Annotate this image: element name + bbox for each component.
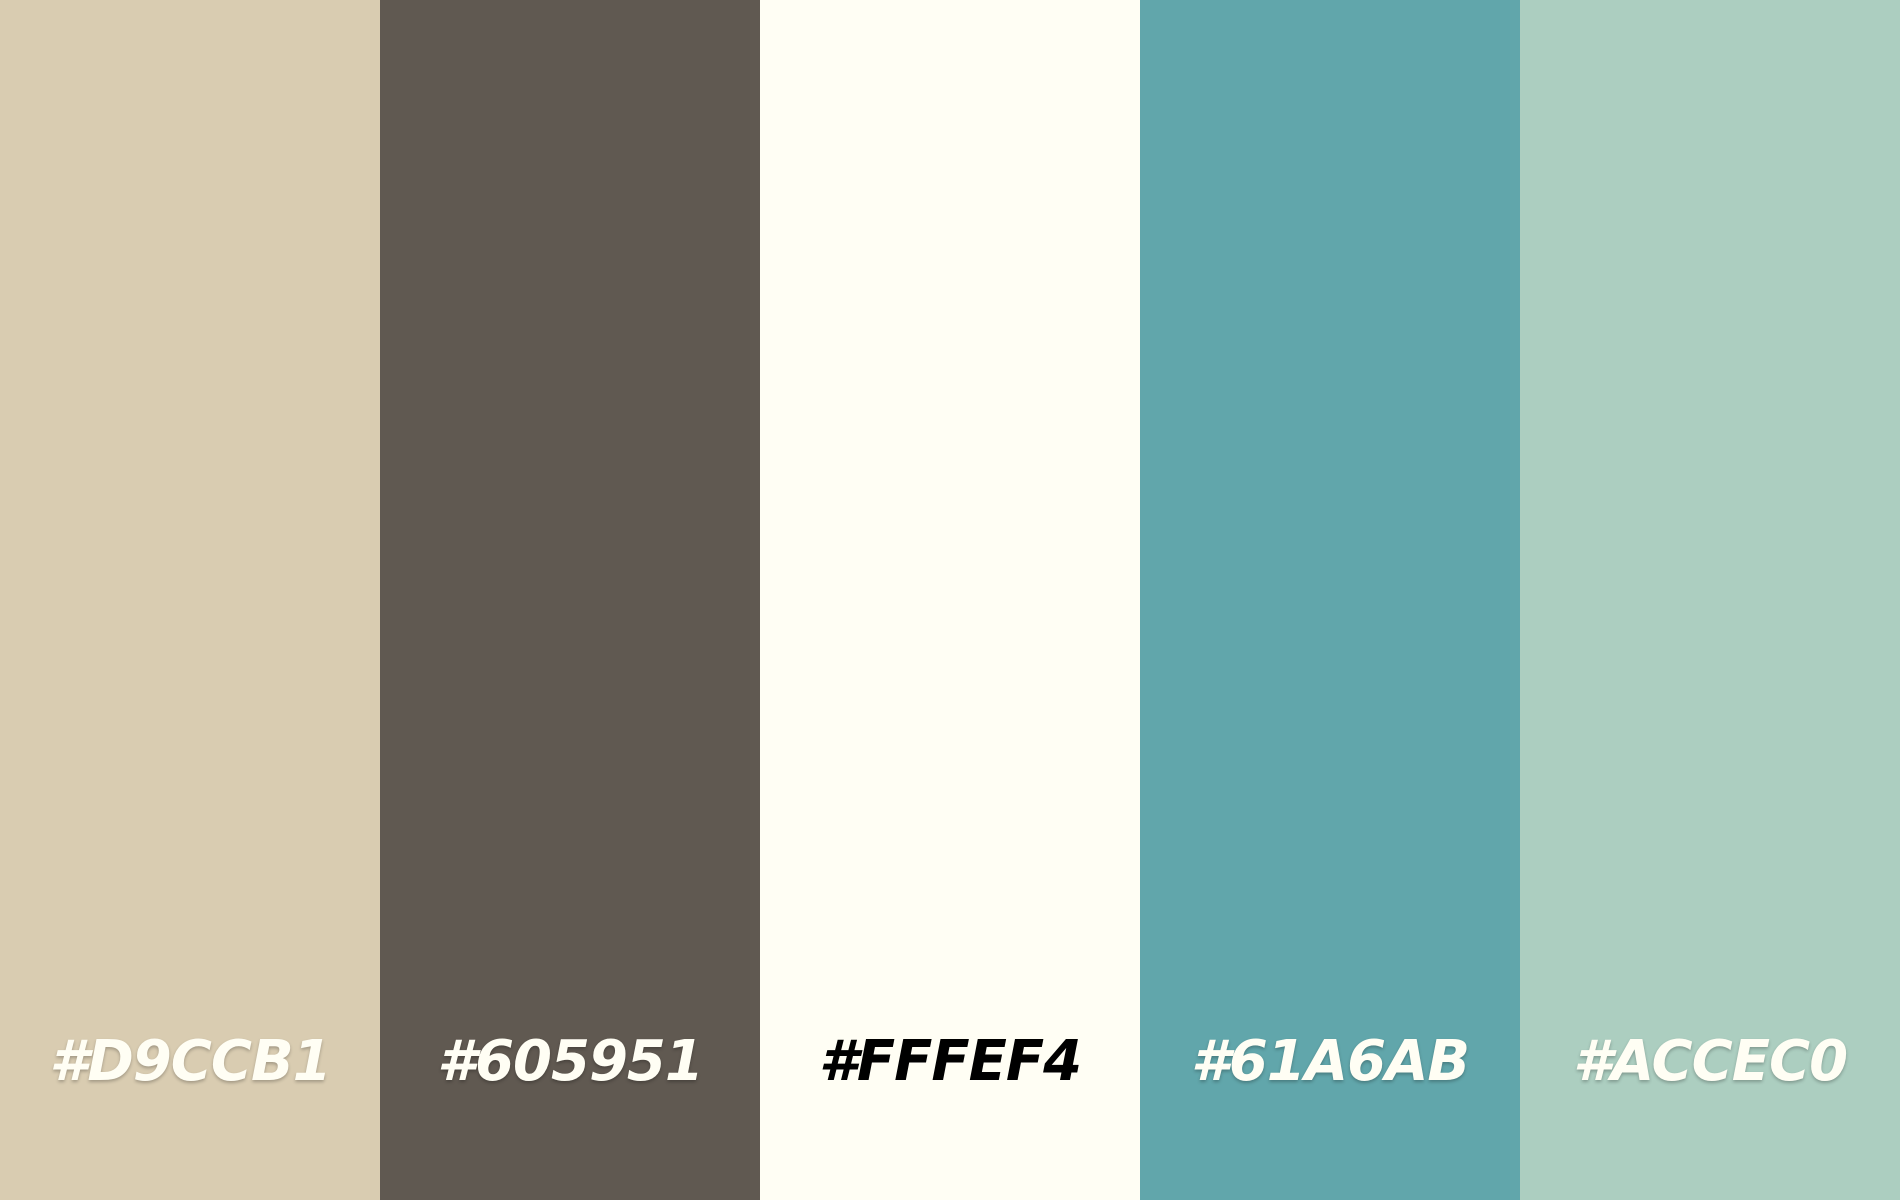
swatch-hex-label: #ACCEC0 [1572, 1029, 1848, 1094]
swatch-hex-label: #D9CCB1 [49, 1029, 331, 1094]
color-swatch-5: #ACCEC0 [1520, 0, 1900, 1200]
color-palette: #D9CCB1 #605951 #FFFEF4 #61A6AB #ACCEC0 [0, 0, 1900, 1200]
color-swatch-1: #D9CCB1 [0, 0, 380, 1200]
color-swatch-4: #61A6AB [1140, 0, 1520, 1200]
color-swatch-3: #FFFEF4 [760, 0, 1140, 1200]
color-swatch-2: #605951 [380, 0, 760, 1200]
swatch-hex-label: #FFFEF4 [818, 1029, 1082, 1094]
swatch-hex-label: #605951 [437, 1029, 704, 1094]
swatch-hex-label: #61A6AB [1190, 1029, 1470, 1094]
